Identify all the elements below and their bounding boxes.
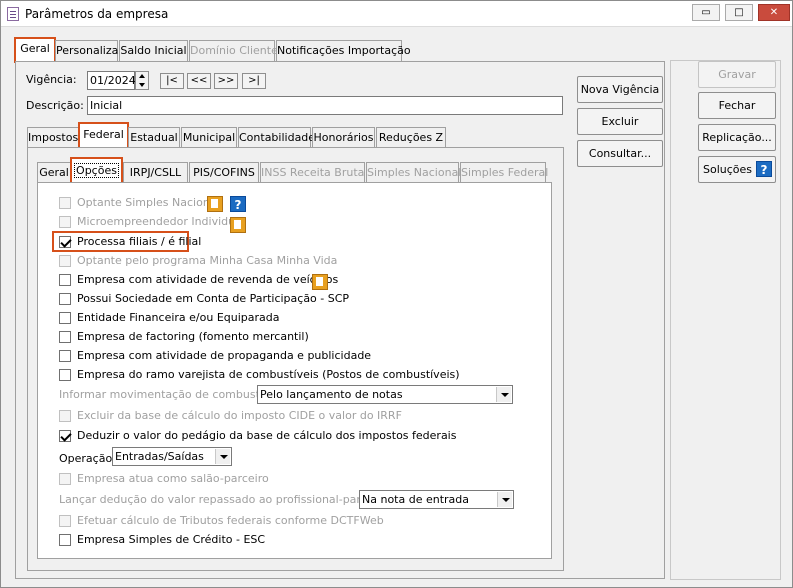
- scp-label: Possui Sociedade em Conta de Participaçã…: [77, 292, 350, 305]
- chevron-down-icon: [497, 492, 512, 507]
- chevron-down-icon: [496, 387, 511, 402]
- tab-saldo-inicial[interactable]: Saldo Inicial: [119, 40, 188, 61]
- operacao-value: Entradas/Saídas: [115, 450, 204, 463]
- vigencia-label: Vigência:: [26, 73, 77, 86]
- close-icon[interactable]: ✕: [758, 4, 790, 21]
- revenda-veiculos-label: Empresa com atividade de revenda de veíc…: [77, 273, 339, 286]
- tab-estadual[interactable]: Estadual: [128, 127, 180, 148]
- title-bar[interactable]: Parâmetros da empresa ▭ □ ✕: [1, 1, 792, 27]
- minha-casa-checkbox[interactable]: [59, 255, 71, 267]
- deducao-value: Na nota de entrada: [362, 493, 470, 506]
- propaganda-checkbox[interactable]: [59, 350, 71, 362]
- deducao-select[interactable]: Na nota de entrada: [359, 490, 514, 509]
- deducao-label: Lançar dedução do valor repassado ao pro…: [59, 493, 392, 506]
- optante-simples-checkbox[interactable]: [59, 197, 71, 209]
- dctfweb-label: Efetuar cálculo de Tributos federais con…: [77, 514, 384, 527]
- excluir-cide-checkbox[interactable]: [59, 410, 71, 422]
- vigencia-spinner[interactable]: [135, 71, 149, 90]
- descricao-label: Descrição:: [26, 99, 84, 112]
- combustiveis-label: Empresa do ramo varejista de combustívei…: [77, 368, 460, 381]
- excluir-cide-label: Excluir da base de cálculo do imposto CI…: [77, 409, 402, 422]
- entidade-financeira-label: Entidade Financeira e/ou Equiparada: [77, 311, 280, 324]
- tab-notificacoes-importacao[interactable]: Notificações Importação: [276, 40, 411, 61]
- excluir-vigencia-button[interactable]: Excluir Vigência: [577, 108, 663, 153]
- app-document-icon: [7, 7, 19, 21]
- next-button[interactable]: >>: [214, 73, 238, 89]
- factoring-label: Empresa de factoring (fomento mercantil): [77, 330, 309, 343]
- movimentacao-combustiveis-label: Informar movimentação de combustíveis:: [59, 388, 289, 401]
- processa-filiais-checkbox[interactable]: [59, 236, 71, 248]
- subtab-geral[interactable]: Geral: [37, 162, 71, 183]
- consultar-button[interactable]: Consultar...: [577, 140, 663, 167]
- tab-personaliza[interactable]: Personaliza: [55, 40, 118, 61]
- minha-casa-label: Optante pelo programa Minha Casa Minha V…: [77, 254, 338, 267]
- previous-button[interactable]: <<: [187, 73, 211, 89]
- tab-municipal[interactable]: Municipal: [181, 127, 237, 148]
- tab-federal[interactable]: Federal: [78, 122, 129, 149]
- document-icon[interactable]: [312, 274, 328, 290]
- right-panel-frame: [670, 60, 781, 580]
- esc-checkbox[interactable]: [59, 534, 71, 546]
- parametros-window: Parâmetros da empresa ▭ □ ✕ Geral Person…: [0, 0, 793, 588]
- tab-impostos[interactable]: Impostos: [27, 127, 79, 148]
- descricao-input[interactable]: Inicial: [87, 96, 563, 115]
- operacao-select[interactable]: Entradas/Saídas: [112, 447, 232, 466]
- tab-dominio-cliente[interactable]: Domínio Cliente: [189, 40, 278, 61]
- combustiveis-checkbox[interactable]: [59, 369, 71, 381]
- document-icon[interactable]: [207, 196, 223, 212]
- chevron-down-icon: [215, 449, 230, 464]
- help-icon[interactable]: ?: [230, 196, 246, 212]
- salao-parceiro-checkbox[interactable]: [59, 473, 71, 485]
- mei-checkbox[interactable]: [59, 216, 71, 228]
- subtab-pis-cofins[interactable]: PIS/COFINS: [189, 162, 259, 183]
- vigencia-input[interactable]: 01/2024: [87, 71, 136, 90]
- subtab-simples-nacional[interactable]: Simples Nacional: [366, 162, 461, 183]
- processa-filiais-label: Processa filiais / é filial: [77, 235, 202, 248]
- minimize-icon[interactable]: ▭: [692, 4, 720, 21]
- deduzir-pedagio-checkbox[interactable]: [59, 430, 71, 442]
- window-title: Parâmetros da empresa: [25, 7, 169, 21]
- subtab-opcoes-label: Opções: [74, 163, 119, 178]
- subtab-inss-receita-bruta[interactable]: INSS Receita Bruta: [260, 162, 365, 183]
- subtab-irpj-csll[interactable]: IRPJ/CSLL: [123, 162, 188, 183]
- first-button[interactable]: |<: [160, 73, 184, 89]
- deduzir-pedagio-label: Deduzir o valor do pedágio da base de cá…: [77, 429, 457, 442]
- salao-parceiro-label: Empresa atua como salão-parceiro: [77, 472, 269, 485]
- tab-contabilidade[interactable]: Contabilidade: [238, 127, 315, 148]
- esc-label: Empresa Simples de Crédito - ESC: [77, 533, 266, 546]
- document-icon[interactable]: [230, 217, 246, 233]
- dctfweb-checkbox[interactable]: [59, 515, 71, 527]
- movimentacao-combustiveis-value: Pelo lançamento de notas: [260, 388, 403, 401]
- last-button[interactable]: >|: [242, 73, 266, 89]
- propaganda-label: Empresa com atividade de propaganda e pu…: [77, 349, 372, 362]
- scp-checkbox[interactable]: [59, 293, 71, 305]
- optante-simples-label: Optante Simples Nacional: [77, 196, 220, 209]
- entidade-financeira-checkbox[interactable]: [59, 312, 71, 324]
- tab-honorarios[interactable]: Honorários: [312, 127, 375, 148]
- subtab-opcoes[interactable]: Opções: [70, 157, 123, 185]
- mei-label: Microempreendedor Individual: [77, 215, 245, 228]
- nova-vigencia-button[interactable]: Nova Vigência: [577, 76, 663, 103]
- tab-geral[interactable]: Geral: [14, 37, 56, 63]
- factoring-checkbox[interactable]: [59, 331, 71, 343]
- operacao-label: Operação:: [59, 452, 116, 465]
- movimentacao-combustiveis-select[interactable]: Pelo lançamento de notas: [257, 385, 513, 404]
- subtab-simples-federal[interactable]: Simples Federal: [460, 162, 548, 183]
- maximize-icon[interactable]: □: [725, 4, 753, 21]
- revenda-veiculos-checkbox[interactable]: [59, 274, 71, 286]
- tab-reducoes-z[interactable]: Reduções Z: [376, 127, 446, 148]
